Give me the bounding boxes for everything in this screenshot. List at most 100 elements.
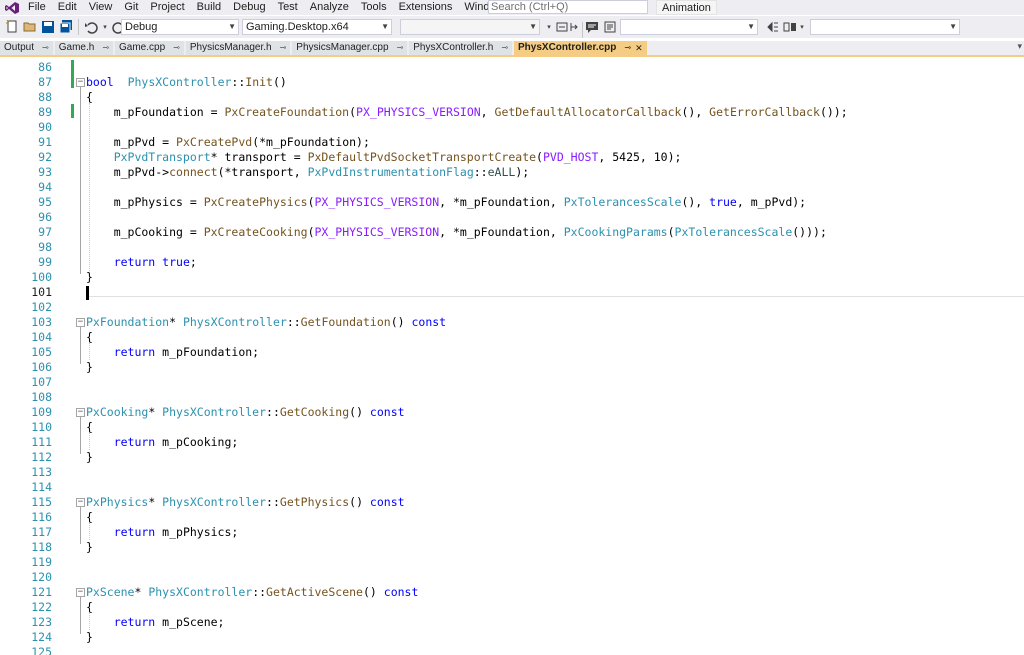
save-icon[interactable] [40,19,56,35]
code-line: 90 [0,120,1024,135]
find-dropdown[interactable]: ▼ [810,19,960,35]
code-line: 123 return m_pScene; [0,615,1024,630]
tab-game-h[interactable]: Game.h ⊸ [54,41,114,55]
menu-item-view[interactable]: View [83,0,119,15]
tab-physicsmanager-cpp[interactable]: PhysicsManager.cpp ⊸ [292,41,408,55]
pin-icon[interactable]: ⊸ [501,41,508,55]
code-token: ())); [792,225,827,239]
pin-icon[interactable]: ⊸ [42,41,49,55]
save-all-icon[interactable] [58,19,74,35]
menu-item-test[interactable]: Test [272,0,304,15]
code-token: PVD_HOST [542,150,599,164]
code-token: PhysXController [127,75,232,89]
collapse-toggle-icon[interactable]: − [76,498,85,507]
code-token: ( [307,225,315,239]
menu-items: File Edit View Git Project Build Debug Test Anal… [22,0,544,15]
collapse-toggle-icon[interactable]: − [76,78,85,87]
bookmark-icon[interactable] [765,19,781,35]
toolbar-overflow-icon[interactable]: ▾ [798,19,806,35]
pin-icon[interactable]: ⊸ [173,41,180,55]
tab-game-cpp[interactable]: Game.cpp ⊸ [115,41,184,55]
document-tabs: Output ⊸ Game.h ⊸ Game.cpp ⊸ PhysicsManager.h ⊸… [0,41,1024,57]
tab-label: Output [4,42,35,53]
menu-item-analyze[interactable]: Analyze [304,0,355,15]
line-number: 92 [38,150,52,164]
chevron-down-icon: ▼ [228,22,236,31]
undo-dropdown-icon[interactable]: ▾ [101,19,109,35]
solution-platform-value: Gaming.Desktop.x64 [246,21,349,33]
line-number: 95 [38,195,52,209]
line-number: 105 [31,345,52,359]
tab-label: PhysicsManager.h [189,42,272,53]
code-text: m_pPhysics = PxCreatePhysics(PX_PHYSICS_… [86,195,806,210]
undo-icon[interactable] [83,19,99,35]
collapse-toggle-icon[interactable]: − [76,588,85,597]
code-text: return true; [86,255,197,270]
code-token: const [383,585,419,599]
pin-icon[interactable]: ⊸ [624,41,631,55]
chevron-down-icon: ▼ [747,22,755,31]
code-token: m_pCooking; [155,435,239,449]
chevron-down-icon: ▼ [529,22,537,31]
code-line: 112} [0,450,1024,465]
code-editor[interactable]: 86 87− bool PhysXController::Init() 88{89 m… [0,58,1024,655]
collapse-toggle-icon[interactable]: − [76,318,85,327]
line-number: 87 [38,75,52,89]
search-input[interactable]: Search (Ctrl+Q) [488,0,648,14]
tab-physicsmanager-h[interactable]: PhysicsManager.h ⊸ [185,41,291,55]
reference-icon[interactable] [782,19,798,35]
code-token: connect [169,165,218,179]
collapse-toggle-icon[interactable]: − [76,408,85,417]
code-text: PxPvdTransport* transport = PxDefaultPvd… [86,150,682,165]
code-token: { [86,600,93,614]
pin-icon[interactable]: ⊸ [280,41,287,55]
code-token: GetDefaultAllocatorCallback [494,105,682,119]
menu-item-build[interactable]: Build [191,0,227,15]
tab-output[interactable]: Output ⊸ [0,41,53,55]
code-token: * [148,495,163,509]
target-dropdown[interactable]: ▼ [620,19,758,35]
line-number: 86 [38,60,52,74]
line-number: 102 [31,300,52,314]
open-folder-icon[interactable] [22,19,38,35]
code-text: return m_pPhysics; [86,525,239,540]
find-icon[interactable] [602,19,618,35]
menu-item-git[interactable]: Git [118,0,144,15]
pin-icon[interactable]: ⊸ [102,41,109,55]
pin-icon[interactable]: ⊸ [397,41,404,55]
code-token: PX_PHYSICS_VERSION [314,195,440,209]
step-icon[interactable] [567,19,583,35]
menu-item-extensions[interactable]: Extensions [393,0,459,15]
code-token: PhysXController [148,585,253,599]
toolbar-overflow-icon[interactable]: ▾ [544,19,554,35]
tab-physxcontroller-h[interactable]: PhysXController.h ⊸ [409,41,513,55]
solution-platform-dropdown[interactable]: Gaming.Desktop.x64 ▼ [242,19,392,35]
line-number: 89 [38,105,52,119]
code-text: m_pPvd = PxCreatePvd(*m_pFoundation); [86,135,370,150]
code-line: 116 { [0,510,1024,525]
code-token: ( [307,195,315,209]
code-token: GetPhysics [279,495,350,509]
code-token: } [86,630,93,644]
menu-item-tools[interactable]: Tools [355,0,393,15]
tab-list-dropdown-icon[interactable]: ▾ [1017,41,1022,52]
code-token: , [480,105,495,119]
code-line: 107 [0,375,1024,390]
menu-item-edit[interactable]: Edit [52,0,83,15]
line-number: 93 [38,165,52,179]
menu-item-debug[interactable]: Debug [227,0,271,15]
tab-physxcontroller-cpp[interactable]: PhysXController.cpp ⊸ ✕ [514,41,647,55]
code-line: 124} [0,630,1024,645]
menu-item-file[interactable]: File [22,0,52,15]
comment-icon[interactable] [584,19,600,35]
new-project-icon[interactable] [4,19,20,35]
menu-item-project[interactable]: Project [144,0,190,15]
solution-configuration-dropdown[interactable]: Debug ▼ [121,19,239,35]
startup-item-dropdown[interactable]: ▼ [400,19,540,35]
visual-studio-logo-icon[interactable] [2,0,22,15]
code-token: :: [286,315,301,329]
code-text: return m_pFoundation; [86,345,259,360]
chevron-down-icon: ▼ [381,22,389,31]
line-number: 115 [31,495,52,509]
close-icon[interactable]: ✕ [635,41,643,55]
